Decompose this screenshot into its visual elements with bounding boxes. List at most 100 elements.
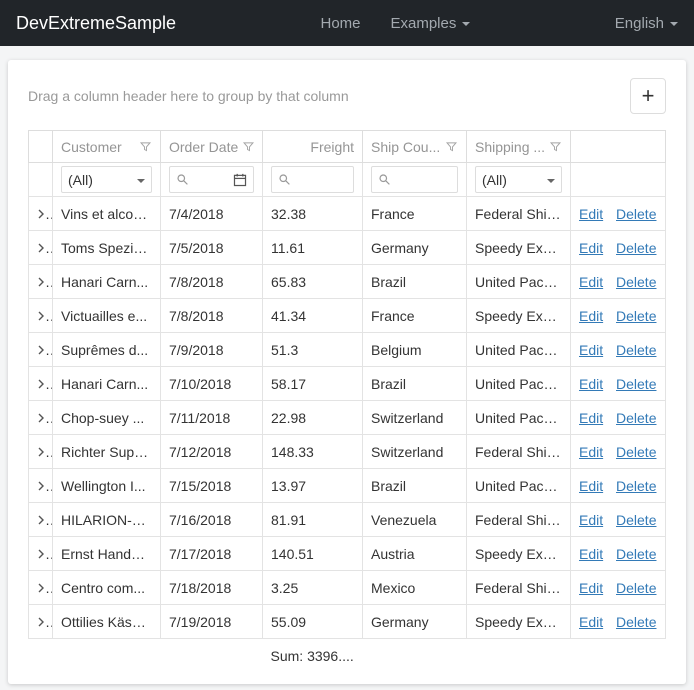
edit-link[interactable]: Edit <box>579 614 603 630</box>
freight-cell: 51.3 <box>263 333 363 367</box>
delete-link[interactable]: Delete <box>616 444 656 460</box>
table-row: HILARION-A... 7/16/2018 81.91 Venezuela … <box>29 503 666 537</box>
column-header-shipping-company[interactable]: Shipping ... <box>467 131 571 163</box>
table-row: Hanari Carn... 7/10/2018 58.17 Brazil Un… <box>29 367 666 401</box>
column-header-freight[interactable]: Freight <box>263 131 363 163</box>
edit-link[interactable]: Edit <box>579 444 603 460</box>
order-date-filter-input[interactable] <box>194 172 228 188</box>
delete-link[interactable]: Delete <box>616 308 656 324</box>
delete-link[interactable]: Delete <box>616 410 656 426</box>
group-panel: Drag a column header here to group by th… <box>28 88 349 104</box>
filter-cell-ship-country <box>363 163 467 197</box>
expand-row-cell[interactable] <box>29 333 53 367</box>
chevron-right-icon <box>37 410 45 426</box>
calendar-icon[interactable] <box>233 173 247 187</box>
order-date-cell: 7/15/2018 <box>161 469 263 503</box>
order-date-filter-editor[interactable] <box>169 166 254 193</box>
column-caption: Order Date <box>169 139 238 155</box>
filter-expand-cell <box>29 163 53 197</box>
shipping-company-cell: United Pack... <box>467 333 571 367</box>
ship-country-filter-editor[interactable] <box>371 166 458 193</box>
delete-link[interactable]: Delete <box>616 580 656 596</box>
expand-row-cell[interactable] <box>29 367 53 401</box>
header-row: Customer Order Date <box>29 131 666 163</box>
column-caption: Ship Cou... <box>371 139 440 155</box>
expand-row-cell[interactable] <box>29 503 53 537</box>
edit-link[interactable]: Edit <box>579 342 603 358</box>
edit-link[interactable]: Edit <box>579 546 603 562</box>
language-selector[interactable]: English <box>615 15 678 32</box>
delete-link[interactable]: Delete <box>616 376 656 392</box>
header-filter-icon[interactable] <box>549 140 562 153</box>
summary-row: Sum: 3396.... <box>29 639 666 673</box>
expand-row-cell[interactable] <box>29 537 53 571</box>
header-filter-icon[interactable] <box>445 140 458 153</box>
customer-cell: Vins et alcoo... <box>53 197 161 231</box>
delete-link[interactable]: Delete <box>616 342 656 358</box>
table-row: Richter Supe... 7/12/2018 148.33 Switzer… <box>29 435 666 469</box>
edit-link[interactable]: Edit <box>579 410 603 426</box>
edit-link[interactable]: Edit <box>579 580 603 596</box>
freight-filter-input[interactable] <box>296 172 347 188</box>
edit-link[interactable]: Edit <box>579 206 603 222</box>
add-row-button[interactable]: + <box>630 78 666 114</box>
ship-country-cell: France <box>363 197 467 231</box>
delete-link[interactable]: Delete <box>616 240 656 256</box>
expand-row-cell[interactable] <box>29 231 53 265</box>
freight-cell: 32.38 <box>263 197 363 231</box>
actions-cell: Edit Delete <box>571 367 666 401</box>
edit-link[interactable]: Edit <box>579 274 603 290</box>
order-date-cell: 7/8/2018 <box>161 299 263 333</box>
expand-row-cell[interactable] <box>29 299 53 333</box>
ship-country-filter-input[interactable] <box>396 172 451 188</box>
shipping-company-cell: United Pack... <box>467 367 571 401</box>
customer-cell: Hanari Carn... <box>53 265 161 299</box>
expand-row-cell[interactable] <box>29 197 53 231</box>
expand-row-cell[interactable] <box>29 469 53 503</box>
table-row: Vins et alcoo... 7/4/2018 32.38 France F… <box>29 197 666 231</box>
expand-row-cell[interactable] <box>29 401 53 435</box>
actions-cell: Edit Delete <box>571 469 666 503</box>
app-brand[interactable]: DevExtremeSample <box>16 13 176 34</box>
edit-link[interactable]: Edit <box>579 478 603 494</box>
expand-row-cell[interactable] <box>29 265 53 299</box>
edit-link[interactable]: Edit <box>579 240 603 256</box>
header-filter-icon[interactable] <box>139 140 152 153</box>
delete-link[interactable]: Delete <box>616 206 656 222</box>
order-date-cell: 7/17/2018 <box>161 537 263 571</box>
nav-item-examples[interactable]: Examples <box>391 15 471 32</box>
header-filter-icon[interactable] <box>242 140 255 153</box>
column-header-ship-country[interactable]: Ship Cou... <box>363 131 467 163</box>
expand-row-cell[interactable] <box>29 435 53 469</box>
customer-cell: Victuailles e... <box>53 299 161 333</box>
shipping-filter-value: (All) <box>482 172 542 188</box>
shipping-filter-select[interactable]: (All) <box>475 166 562 193</box>
order-date-cell: 7/19/2018 <box>161 605 263 639</box>
expand-row-cell[interactable] <box>29 571 53 605</box>
edit-link[interactable]: Edit <box>579 512 603 528</box>
edit-link[interactable]: Edit <box>579 308 603 324</box>
delete-link[interactable]: Delete <box>616 546 656 562</box>
ship-country-cell: Belgium <box>363 333 467 367</box>
freight-filter-editor[interactable] <box>271 166 354 193</box>
column-header-order-date[interactable]: Order Date <box>161 131 263 163</box>
delete-link[interactable]: Delete <box>616 512 656 528</box>
order-date-cell: 7/16/2018 <box>161 503 263 537</box>
actions-cell: Edit Delete <box>571 299 666 333</box>
chevron-right-icon <box>37 546 45 562</box>
chevron-down-icon[interactable] <box>547 179 555 183</box>
edit-link[interactable]: Edit <box>579 376 603 392</box>
order-date-cell: 7/12/2018 <box>161 435 263 469</box>
delete-link[interactable]: Delete <box>616 274 656 290</box>
freight-cell: 13.97 <box>263 469 363 503</box>
expand-column-header <box>29 131 53 163</box>
chevron-down-icon[interactable] <box>137 179 145 183</box>
column-header-customer[interactable]: Customer <box>53 131 161 163</box>
delete-link[interactable]: Delete <box>616 478 656 494</box>
customer-filter-select[interactable]: (All) <box>61 166 152 193</box>
nav-item-home[interactable]: Home <box>320 15 360 32</box>
customer-cell: Hanari Carn... <box>53 367 161 401</box>
expand-row-cell[interactable] <box>29 605 53 639</box>
customer-filter-value: (All) <box>68 172 132 188</box>
delete-link[interactable]: Delete <box>616 614 656 630</box>
